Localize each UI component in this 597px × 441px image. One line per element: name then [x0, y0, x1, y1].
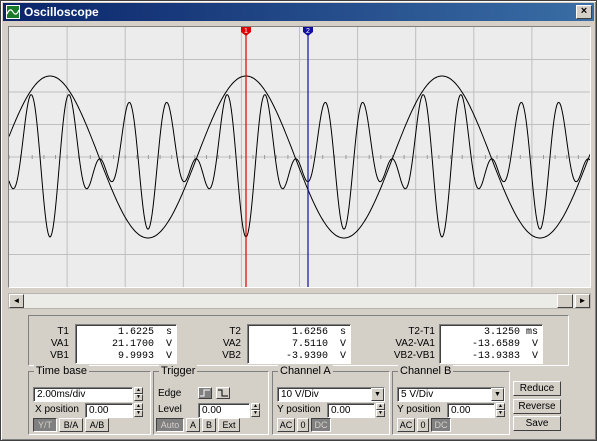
level-input[interactable]: 0.00: [198, 403, 250, 418]
mode-ab-button[interactable]: A/B: [85, 418, 109, 432]
readout-label: T2: [229, 326, 241, 337]
readout-unit: V: [165, 339, 172, 350]
trigger-ext-button[interactable]: Ext: [218, 418, 240, 432]
channel-a-ypos-spinner[interactable]: ▲ ▼: [376, 403, 385, 418]
timebase-spinner[interactable]: ▲ ▼: [134, 387, 143, 402]
readout-value: 1.6225: [117, 327, 154, 338]
channel-b-scale-value: 5 V/Div: [401, 389, 434, 400]
trigger-panel: Trigger Edge Level 0.00 ▲ ▼ Auto A B Ext: [153, 365, 269, 435]
channel-a-zero-button[interactable]: 0: [297, 418, 309, 432]
channel-a-dc-button[interactable]: DC: [311, 418, 331, 432]
readout-values-t1: 1.6225 s 21.1700 V 9.9993 V: [75, 324, 177, 364]
channel-b-ypos-label: Y position: [397, 404, 441, 415]
save-button[interactable]: Save: [513, 416, 561, 431]
channel-a-ypos-input[interactable]: 0.00: [327, 403, 375, 418]
chevron-down-icon[interactable]: ▼: [371, 388, 384, 401]
readout-unit: V: [531, 351, 538, 362]
reduce-button[interactable]: Reduce: [513, 381, 561, 396]
readout-label: T1: [57, 326, 69, 337]
scope-display[interactable]: 12: [8, 26, 591, 288]
readout-label: T2-T1: [408, 326, 435, 337]
scope-traces: 12: [9, 27, 590, 287]
time-scrollbar[interactable]: ◄ ►: [8, 293, 591, 309]
readout-label: VB2-VB1: [393, 350, 435, 361]
title-bar[interactable]: Oscilloscope ×: [3, 3, 594, 21]
channel-b-ypos-spinner[interactable]: ▲ ▼: [496, 403, 505, 418]
reverse-button[interactable]: Reverse: [513, 399, 561, 414]
channel-b-ypos-input[interactable]: 0.00: [447, 403, 495, 418]
falling-edge-icon[interactable]: [216, 387, 230, 399]
channel-a-ac-button[interactable]: AC: [277, 418, 295, 432]
readout-values-delta: 3.1250 ms -13.6589 V -13.9383 V: [439, 324, 543, 364]
oscilloscope-window: Oscilloscope × 12 ◄ ► T1 VA1 VB1 1.6225 s…: [0, 0, 597, 441]
readout-value: 3.1250: [483, 327, 520, 338]
level-spinner[interactable]: ▲ ▼: [251, 403, 260, 418]
mode-yt-button[interactable]: Y/T: [33, 418, 57, 432]
chevron-down-icon[interactable]: ▼: [491, 388, 504, 401]
rising-edge-icon[interactable]: [198, 387, 212, 399]
channel-a-panel: Channel A 10 V/Div ▼ Y position 0.00 ▲ ▼ …: [272, 365, 390, 435]
channel-b-scale-select[interactable]: 5 V/Div ▼: [397, 387, 505, 402]
scroll-left-icon[interactable]: ◄: [9, 294, 24, 308]
readout-unit: V: [531, 339, 538, 350]
readout-value: 21.1700: [111, 339, 154, 350]
scroll-right-icon[interactable]: ►: [575, 294, 590, 308]
scroll-thumb[interactable]: [557, 294, 573, 308]
edge-label: Edge: [158, 388, 182, 399]
cursor-2-label: 2: [306, 28, 310, 35]
readout-label: VA2: [222, 338, 241, 349]
readout-label: VB2: [222, 350, 241, 361]
oscilloscope-app-icon: [6, 5, 20, 19]
cursor-readout-panel: T1 VA1 VB1 1.6225 s 21.1700 V 9.9993 V T2 V…: [28, 315, 569, 366]
readout-unit: V: [339, 351, 346, 362]
xpos-spinner[interactable]: ▲ ▼: [134, 403, 143, 418]
readout-value: -13.9383: [471, 351, 520, 362]
trigger-auto-button[interactable]: Auto: [156, 418, 184, 432]
mode-ba-button[interactable]: B/A: [59, 418, 83, 432]
readout-value: -13.6589: [471, 339, 520, 350]
readout-unit: ms: [525, 327, 538, 338]
channel-b-title: Channel B: [398, 365, 454, 377]
trigger-b-button[interactable]: B: [202, 418, 216, 432]
channel-a-ypos-label: Y position: [277, 404, 321, 415]
channel-a-scale-select[interactable]: 10 V/Div ▼: [277, 387, 385, 402]
timebase-select[interactable]: 2.00ms/div: [33, 387, 133, 402]
readout-values-t2: 1.6256 s 7.5110 V -3.9390 V: [247, 324, 351, 364]
timebase-title: Time base: [34, 365, 89, 377]
readout-unit: s: [339, 327, 346, 338]
timebase-value: 2.00ms/div: [37, 389, 86, 400]
channel-b-panel: Channel B 5 V/Div ▼ Y position 0.00 ▲ ▼ A…: [392, 365, 510, 435]
readout-value: 9.9993: [117, 351, 154, 362]
readout-unit: V: [339, 339, 346, 350]
readout-label: VA2-VA1: [395, 338, 435, 349]
readout-value: 7.5110: [291, 339, 328, 350]
cursor-1-label: 1: [244, 28, 248, 35]
window-title: Oscilloscope: [24, 5, 99, 19]
readout-value: -3.9390: [285, 351, 328, 362]
channel-a-scale-value: 10 V/Div: [281, 389, 319, 400]
close-icon[interactable]: ×: [576, 5, 592, 19]
readout-label: VB1: [50, 350, 69, 361]
trigger-title: Trigger: [159, 365, 198, 377]
readout-unit: s: [165, 327, 172, 338]
channel-b-dc-button[interactable]: DC: [431, 418, 451, 432]
readout-unit: V: [165, 351, 172, 362]
xpos-label: X position: [35, 404, 79, 415]
timebase-panel: Time base 2.00ms/div ▲ ▼ X position 0.00 …: [28, 365, 151, 435]
trigger-a-button[interactable]: A: [186, 418, 200, 432]
channel-b-ac-button[interactable]: AC: [397, 418, 415, 432]
level-label: Level: [158, 404, 182, 415]
channel-a-title: Channel A: [278, 365, 333, 377]
readout-label: VA1: [50, 338, 69, 349]
readout-value: 1.6256: [291, 327, 328, 338]
channel-b-zero-button[interactable]: 0: [417, 418, 429, 432]
xpos-input[interactable]: 0.00: [85, 403, 133, 418]
